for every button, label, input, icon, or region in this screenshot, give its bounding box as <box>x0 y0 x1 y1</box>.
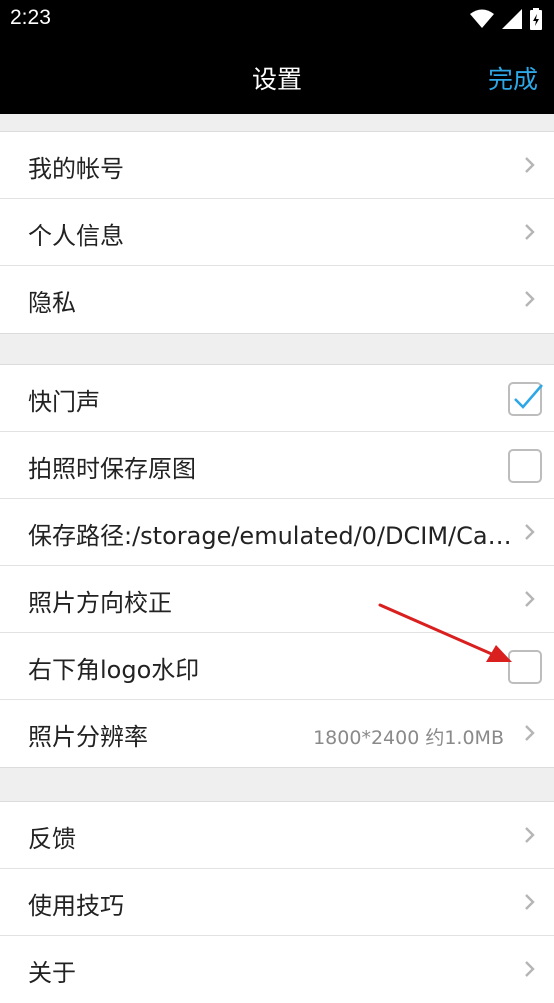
settings-row-save-path[interactable]: 保存路径:/storage/emulated/0/DCIM/Camera <box>0 499 554 566</box>
row-label: 保存路径:/storage/emulated/0/DCIM/Camera <box>28 522 520 550</box>
row-label: 我的帐号 <box>28 155 124 183</box>
row-label: 隐私 <box>28 289 76 317</box>
settings-row-personal-info[interactable]: 个人信息 <box>0 199 554 266</box>
battery-icon <box>530 8 542 30</box>
settings-row-feedback[interactable]: 反馈 <box>0 802 554 869</box>
settings-row-shutter-sound[interactable]: 快门声 <box>0 365 554 432</box>
row-label: 照片方向校正 <box>28 589 172 617</box>
logo-watermark-checkbox[interactable] <box>508 650 542 684</box>
title-bar: 设置 完成 <box>0 38 554 114</box>
settings-group-camera: 快门声 拍照时保存原图 保存路径:/storage/emulated/0/DCI… <box>0 364 554 768</box>
settings-row-about[interactable]: 关于 <box>0 936 554 1003</box>
settings-row-tips[interactable]: 使用技巧 <box>0 869 554 936</box>
chevron-right-icon <box>524 893 536 911</box>
status-icons <box>470 8 542 30</box>
row-label: 关于 <box>28 959 76 987</box>
settings-row-resolution[interactable]: 照片分辨率 1800*2400 约1.0MB <box>0 700 554 767</box>
row-label: 个人信息 <box>28 222 124 250</box>
settings-row-account[interactable]: 我的帐号 <box>0 132 554 199</box>
status-time: 2:23 <box>10 6 51 29</box>
row-label: 右下角logo水印 <box>28 656 200 684</box>
signal-icon <box>502 9 522 29</box>
row-label: 使用技巧 <box>28 892 124 920</box>
row-label: 反馈 <box>28 825 76 853</box>
chevron-right-icon <box>524 156 536 174</box>
row-label: 照片分辨率 <box>28 723 148 751</box>
settings-group-account: 我的帐号 个人信息 隐私 <box>0 131 554 334</box>
shutter-sound-checkbox[interactable] <box>508 382 543 416</box>
chevron-right-icon <box>524 960 536 978</box>
settings-row-save-original[interactable]: 拍照时保存原图 <box>0 432 554 499</box>
chevron-right-icon <box>524 724 536 742</box>
resolution-value: 1800*2400 约1.0MB <box>313 727 504 749</box>
wifi-icon <box>470 9 494 29</box>
chevron-right-icon <box>524 590 536 608</box>
status-bar: 2:23 <box>0 0 554 38</box>
settings-group-about: 反馈 使用技巧 关于 <box>0 801 554 1003</box>
done-button[interactable]: 完成 <box>488 60 538 96</box>
chevron-right-icon <box>524 290 536 308</box>
settings-row-orientation[interactable]: 照片方向校正 <box>0 566 554 633</box>
chevron-right-icon <box>524 223 536 241</box>
row-label: 拍照时保存原图 <box>28 455 196 483</box>
row-label: 快门声 <box>28 388 100 416</box>
page-title: 设置 <box>251 65 302 94</box>
chevron-right-icon <box>524 523 536 541</box>
settings-row-logo-watermark[interactable]: 右下角logo水印 <box>0 633 554 700</box>
save-original-checkbox[interactable] <box>508 449 542 483</box>
settings-row-privacy[interactable]: 隐私 <box>0 266 554 333</box>
chevron-right-icon <box>524 826 536 844</box>
